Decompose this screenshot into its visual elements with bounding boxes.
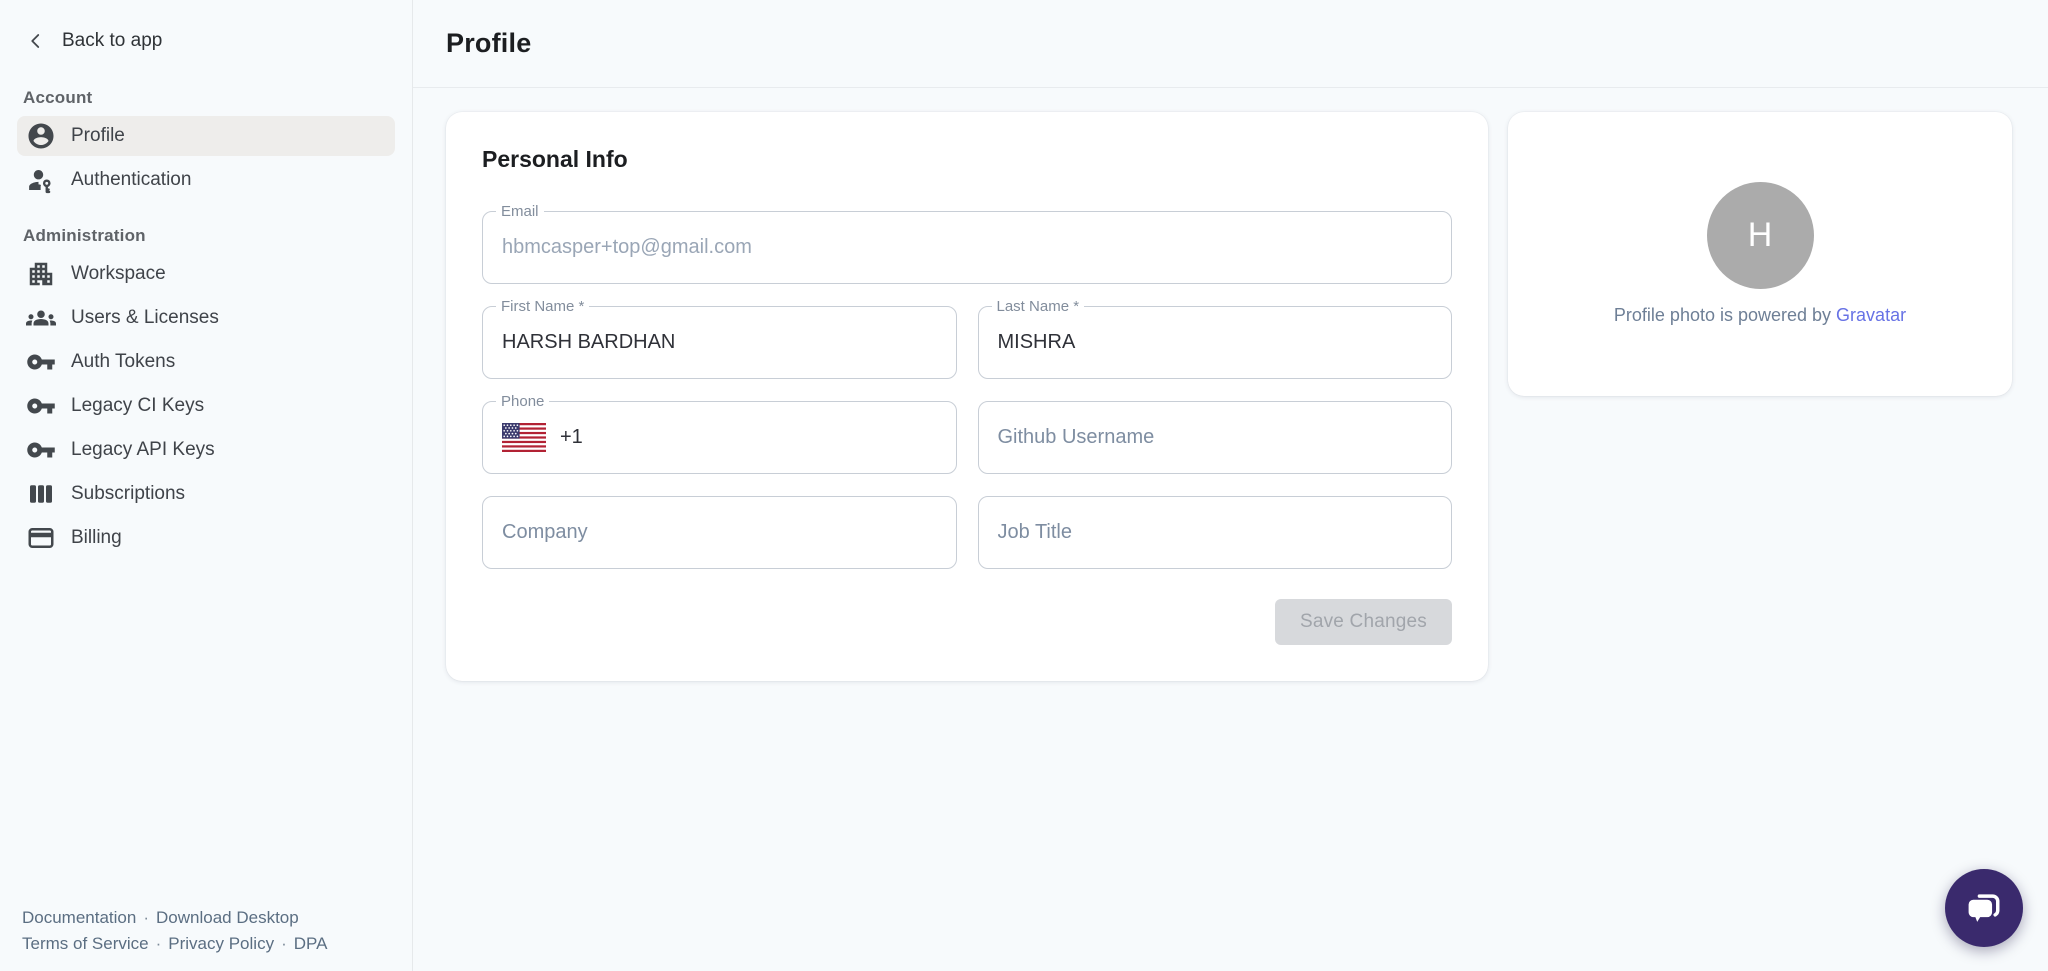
key-icon bbox=[26, 391, 56, 421]
sidebar-item-users-licenses[interactable]: Users & Licenses bbox=[17, 298, 395, 338]
dpa-link[interactable]: DPA bbox=[294, 934, 328, 953]
us-flag-icon[interactable] bbox=[502, 423, 546, 452]
first-name-field: First Name * bbox=[482, 306, 957, 379]
sidebar-item-authentication[interactable]: Authentication bbox=[17, 160, 395, 200]
back-to-app-button[interactable]: Back to app bbox=[17, 26, 395, 56]
phone-input[interactable] bbox=[560, 426, 937, 449]
columns-icon bbox=[26, 479, 56, 509]
chat-bubbles-icon bbox=[1962, 886, 2006, 930]
chat-launcher-button[interactable] bbox=[1945, 869, 2023, 947]
personal-info-title: Personal Info bbox=[482, 146, 1452, 173]
page-title: Profile bbox=[446, 28, 531, 59]
job-title-input[interactable] bbox=[998, 521, 1433, 544]
github-username-input[interactable] bbox=[998, 426, 1433, 449]
sidebar-item-legacy-ci-keys[interactable]: Legacy CI Keys bbox=[17, 386, 395, 426]
job-title-field bbox=[978, 496, 1453, 569]
sidebar: Back to app Account Profile Authenticati… bbox=[0, 0, 413, 971]
gravatar-caption-text: Profile photo is powered by bbox=[1614, 305, 1831, 325]
credit-card-icon bbox=[26, 523, 56, 553]
footer-row-1: Documentation · Download Desktop bbox=[22, 905, 327, 931]
sidebar-footer: Documentation · Download Desktop Terms of … bbox=[22, 905, 327, 957]
sidebar-item-label: Auth Tokens bbox=[71, 351, 175, 373]
sidebar-item-auth-tokens[interactable]: Auth Tokens bbox=[17, 342, 395, 382]
phone-field: Phone bbox=[482, 401, 957, 474]
last-name-label: Last Name * bbox=[992, 298, 1085, 315]
company-field bbox=[482, 496, 957, 569]
sidebar-item-label: Profile bbox=[71, 125, 125, 147]
separator: · bbox=[143, 908, 149, 927]
key-icon bbox=[26, 347, 56, 377]
sidebar-item-label: Authentication bbox=[71, 169, 191, 191]
terms-of-service-link[interactable]: Terms of Service bbox=[22, 934, 149, 953]
main-content: Profile Personal Info Email First Name *… bbox=[413, 0, 2048, 971]
building-icon bbox=[26, 259, 56, 289]
email-input[interactable] bbox=[502, 236, 1432, 259]
section-label-administration: Administration bbox=[17, 226, 395, 246]
first-name-label: First Name * bbox=[496, 298, 589, 315]
avatar: H bbox=[1707, 182, 1814, 289]
personal-info-card: Personal Info Email First Name * Last Na… bbox=[446, 112, 1488, 681]
email-label: Email bbox=[496, 203, 544, 220]
sidebar-item-label: Billing bbox=[71, 527, 122, 549]
footer-row-2: Terms of Service · Privacy Policy · DPA bbox=[22, 931, 327, 957]
save-changes-button[interactable]: Save Changes bbox=[1275, 599, 1452, 645]
sidebar-item-label: Legacy CI Keys bbox=[71, 395, 204, 417]
sidebar-item-legacy-api-keys[interactable]: Legacy API Keys bbox=[17, 430, 395, 470]
person-key-icon bbox=[26, 165, 56, 195]
last-name-input[interactable] bbox=[998, 331, 1433, 354]
page-header: Profile bbox=[413, 0, 2048, 88]
last-name-field: Last Name * bbox=[978, 306, 1453, 379]
phone-label: Phone bbox=[496, 393, 549, 410]
privacy-policy-link[interactable]: Privacy Policy bbox=[168, 934, 274, 953]
sidebar-item-label: Users & Licenses bbox=[71, 307, 219, 329]
separator: · bbox=[156, 934, 162, 953]
company-input[interactable] bbox=[502, 521, 937, 544]
documentation-link[interactable]: Documentation bbox=[22, 908, 136, 927]
chevron-left-icon bbox=[27, 32, 45, 50]
sidebar-item-profile[interactable]: Profile bbox=[17, 116, 395, 156]
gravatar-link[interactable]: Gravatar bbox=[1836, 305, 1906, 325]
email-field: Email bbox=[482, 211, 1452, 284]
groups-icon bbox=[26, 303, 56, 333]
key-icon bbox=[26, 435, 56, 465]
sidebar-item-label: Legacy API Keys bbox=[71, 439, 215, 461]
sidebar-item-label: Subscriptions bbox=[71, 483, 185, 505]
back-to-app-label: Back to app bbox=[62, 30, 162, 52]
sidebar-item-billing[interactable]: Billing bbox=[17, 518, 395, 558]
gravatar-card: H Profile photo is powered by Gravatar bbox=[1508, 112, 2012, 396]
sidebar-item-subscriptions[interactable]: Subscriptions bbox=[17, 474, 395, 514]
github-username-field bbox=[978, 401, 1453, 474]
account-circle-icon bbox=[26, 121, 56, 151]
gravatar-caption: Profile photo is powered by Gravatar bbox=[1614, 305, 1906, 326]
download-desktop-link[interactable]: Download Desktop bbox=[156, 908, 299, 927]
sidebar-item-workspace[interactable]: Workspace bbox=[17, 254, 395, 294]
first-name-input[interactable] bbox=[502, 331, 937, 354]
separator: · bbox=[281, 934, 287, 953]
sidebar-item-label: Workspace bbox=[71, 263, 166, 285]
section-label-account: Account bbox=[17, 88, 395, 108]
